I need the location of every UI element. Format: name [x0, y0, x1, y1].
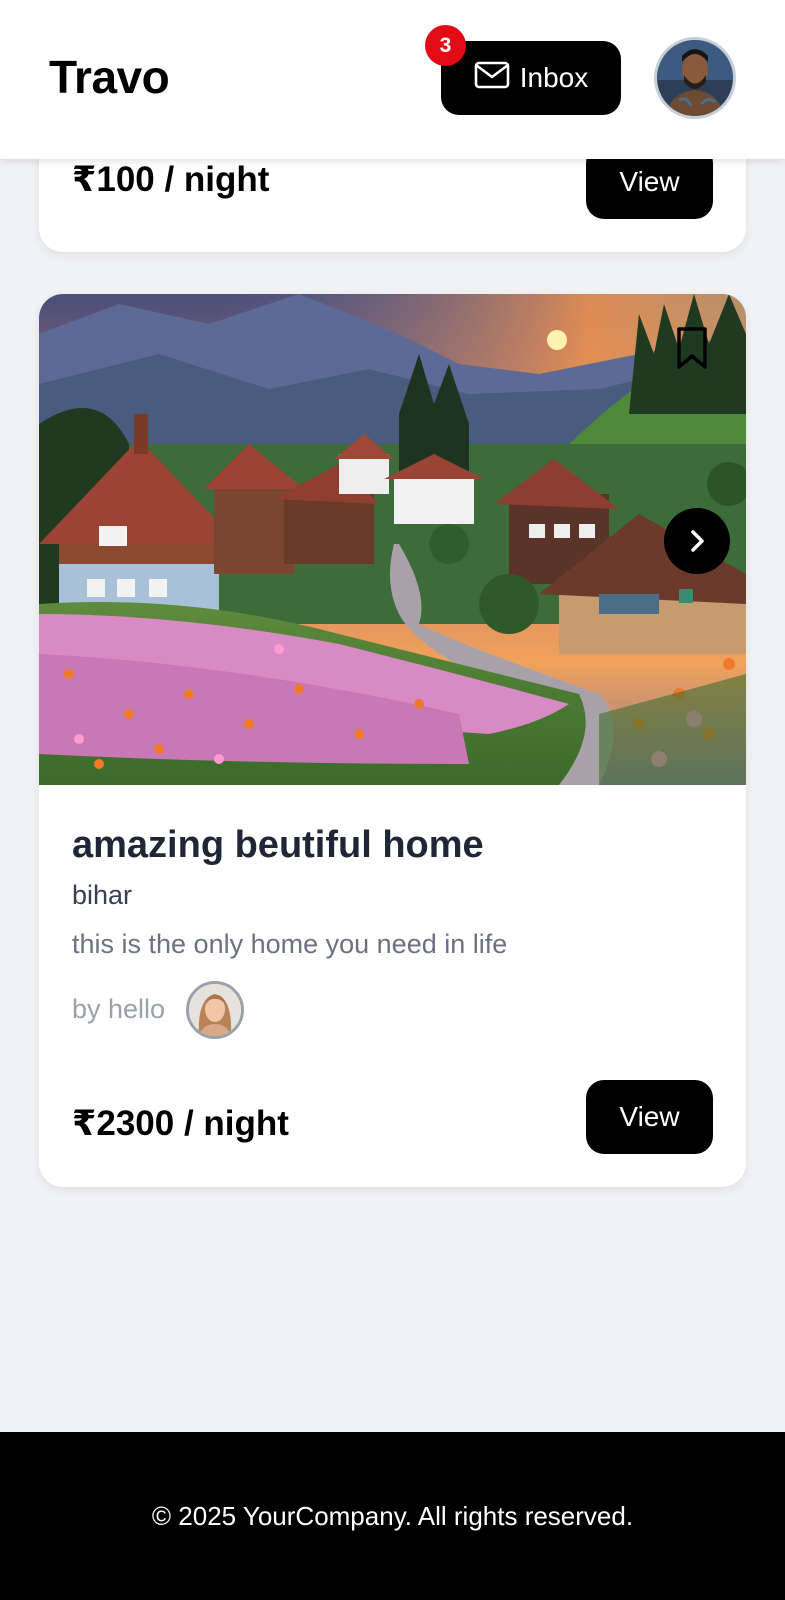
copyright-text: © 2025 YourCompany. All rights reserved. — [151, 1500, 634, 1531]
listing-price: ₹2300 / night — [72, 1104, 289, 1143]
inbox-unread-badge: 3 — [425, 25, 466, 66]
brand-logo[interactable]: Travo — [49, 50, 170, 104]
listing-card: amazing beutiful home bihar this is the … — [39, 294, 746, 1187]
top-navbar: Travo 3 Inbox — [0, 0, 785, 159]
next-image-button[interactable] — [664, 508, 730, 574]
inbox-label: Inbox — [519, 62, 589, 93]
view-listing-button[interactable]: View — [586, 1080, 713, 1154]
listing-title: amazing beutiful home — [72, 824, 484, 866]
listing-description: this is the only home you need in life — [72, 929, 508, 959]
chevron-right-icon — [686, 528, 708, 554]
inbox-button[interactable]: Inbox — [441, 41, 621, 115]
mail-icon — [474, 61, 510, 96]
listing-price: ₹100 / night — [72, 160, 270, 199]
bookmark-icon[interactable] — [675, 326, 709, 370]
user-avatar[interactable] — [654, 37, 736, 119]
page-footer: © 2025 YourCompany. All rights reserved. — [0, 1432, 785, 1600]
listing-location: bihar — [72, 880, 133, 910]
host-avatar[interactable] — [186, 981, 244, 1039]
listing-photo — [39, 294, 746, 785]
host-label: by hello — [72, 994, 166, 1024]
